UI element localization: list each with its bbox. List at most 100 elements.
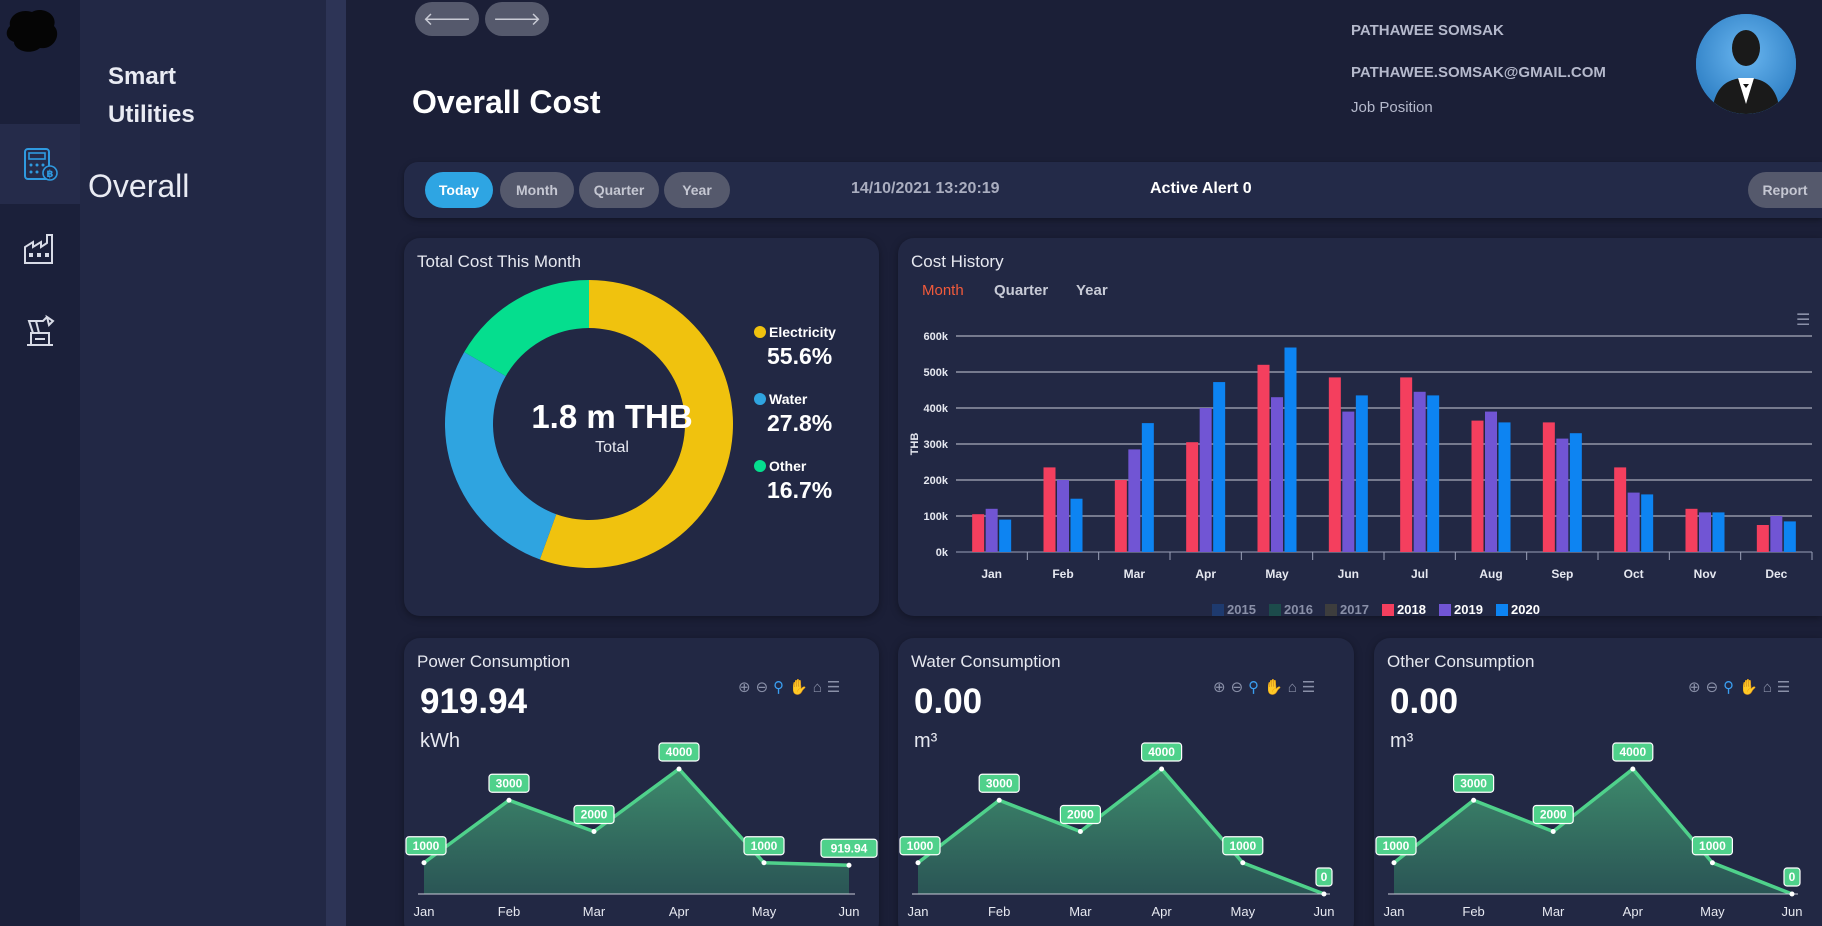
bar-2018-nov[interactable]: [1685, 508, 1698, 552]
bar-2018-jun[interactable]: [1328, 377, 1341, 552]
bar-2020-dec[interactable]: [1783, 521, 1796, 552]
legend-electricity-name: Electricity: [769, 324, 836, 340]
period-quarter-button[interactable]: Quarter: [579, 172, 659, 208]
data-point[interactable]: [1321, 891, 1327, 897]
x-tick-label: Jun: [1314, 904, 1335, 919]
data-point[interactable]: [996, 797, 1002, 803]
water-dot: [754, 393, 766, 405]
avatar[interactable]: [1696, 14, 1796, 114]
bar-2019-jan[interactable]: [985, 508, 998, 552]
data-point[interactable]: [1550, 829, 1556, 834]
bar-2019-aug[interactable]: [1485, 411, 1497, 552]
data-point[interactable]: [506, 797, 512, 803]
bar-2018-oct[interactable]: [1614, 467, 1627, 552]
legend-2020[interactable]: 2020: [1496, 602, 1540, 616]
bar-2018-mar[interactable]: [1114, 480, 1127, 552]
bar-2020-jul[interactable]: [1427, 395, 1440, 552]
bar-2019-nov[interactable]: [1699, 512, 1711, 552]
bar-2019-sep[interactable]: [1556, 438, 1569, 552]
bar-2018-sep[interactable]: [1542, 422, 1555, 552]
nav-item-overall[interactable]: Overall: [88, 168, 189, 205]
person-silhouette-icon: [1696, 14, 1796, 114]
data-point[interactable]: [421, 860, 427, 866]
scroll-gutter: [326, 0, 346, 926]
x-tick-label: May: [1700, 904, 1725, 919]
data-point[interactable]: [676, 766, 682, 772]
bar-2019-may[interactable]: [1271, 397, 1283, 552]
data-point[interactable]: [1159, 766, 1165, 772]
bar-2020-aug[interactable]: [1498, 422, 1511, 552]
bar-2020-sep[interactable]: [1569, 433, 1582, 552]
calculator-baht-icon: ฿: [24, 148, 58, 181]
data-point[interactable]: [1391, 860, 1397, 866]
bar-2019-dec[interactable]: [1770, 516, 1783, 552]
legend-2016[interactable]: 2016: [1269, 602, 1313, 616]
bar-2018-may[interactable]: [1257, 364, 1270, 552]
period-today-button[interactable]: Today: [425, 172, 493, 208]
data-label: 2000: [581, 808, 608, 822]
legend-2015[interactable]: 2015: [1212, 602, 1256, 616]
bar-2020-feb[interactable]: [1070, 498, 1083, 552]
legend-2017[interactable]: 2017: [1325, 602, 1369, 616]
legend-other[interactable]: Other 16.7%: [754, 458, 832, 504]
legend-swatch: [1496, 603, 1508, 616]
donut-slice-other[interactable]: [464, 280, 589, 377]
forward-button[interactable]: 🡒: [485, 2, 549, 36]
data-point[interactable]: [591, 829, 597, 834]
bar-2018-feb[interactable]: [1043, 467, 1056, 552]
bar-2018-jan[interactable]: [972, 514, 985, 552]
arrow-right-icon: 🡒: [492, 8, 542, 29]
bar-2019-jul[interactable]: [1413, 391, 1426, 552]
rail-item-factory[interactable]: [0, 208, 80, 288]
data-point[interactable]: [846, 862, 852, 868]
bar-2019-apr[interactable]: [1199, 408, 1212, 552]
data-point[interactable]: [1471, 797, 1477, 803]
bar-2020-may[interactable]: [1284, 347, 1297, 552]
bar-2019-jun[interactable]: [1342, 411, 1355, 552]
legend-electricity[interactable]: Electricity 55.6%: [754, 324, 836, 370]
bar-2019-mar[interactable]: [1128, 449, 1141, 552]
data-point[interactable]: [1630, 766, 1636, 772]
y-tick-label: 100k: [924, 511, 949, 523]
user-job: Job Position: [1351, 99, 1433, 116]
x-tick-label: Feb: [1462, 904, 1484, 919]
period-year-button[interactable]: Year: [664, 172, 730, 208]
bar-2020-apr[interactable]: [1213, 382, 1226, 552]
data-point[interactable]: [1709, 860, 1715, 866]
legend-label: 2019: [1454, 602, 1483, 616]
legend-other-name: Other: [769, 458, 807, 474]
report-button[interactable]: Report: [1748, 172, 1822, 208]
bar-2019-feb[interactable]: [1057, 480, 1069, 552]
bar-2020-nov[interactable]: [1712, 512, 1725, 552]
bar-2020-jun[interactable]: [1355, 395, 1368, 552]
bar-2019-oct[interactable]: [1627, 492, 1640, 552]
data-point[interactable]: [1077, 829, 1083, 834]
data-point[interactable]: [1789, 891, 1795, 897]
x-tick-label: Apr: [1151, 904, 1172, 919]
bar-2020-jan[interactable]: [999, 519, 1012, 552]
x-tick-label: Sep: [1551, 567, 1573, 581]
bar-2018-jul[interactable]: [1400, 377, 1413, 552]
bar-2018-dec[interactable]: [1756, 525, 1769, 552]
bar-2020-mar[interactable]: [1141, 423, 1154, 552]
legend-2018[interactable]: 2018: [1382, 602, 1426, 616]
legend-water[interactable]: Water 27.8%: [754, 391, 832, 437]
back-button[interactable]: 🡐: [415, 2, 479, 36]
period-month-button[interactable]: Month: [500, 172, 574, 208]
active-alert[interactable]: Active Alert 0: [1150, 180, 1252, 198]
bar-2020-oct[interactable]: [1641, 494, 1654, 552]
data-point[interactable]: [761, 860, 767, 866]
current-datetime: 14/10/2021 13:20:19: [851, 180, 1000, 197]
legend-2019[interactable]: 2019: [1439, 602, 1483, 616]
data-point[interactable]: [1240, 860, 1246, 866]
bar-2018-apr[interactable]: [1186, 442, 1199, 552]
svg-text:฿: ฿: [47, 169, 54, 180]
rail-item-machine[interactable]: [0, 290, 80, 370]
rail-item-overall[interactable]: ฿: [0, 124, 80, 204]
power-consumption-chart: 1000 Jan 3000 Feb 2000 Mar 4000 Apr 1000 May 919.9…: [405, 742, 878, 919]
data-label: 3000: [496, 776, 523, 790]
x-tick-label: Jul: [1411, 567, 1428, 581]
bar-2018-aug[interactable]: [1471, 420, 1484, 552]
data-point[interactable]: [915, 860, 921, 866]
donut-center: 1.8 m THB Total: [462, 398, 762, 457]
